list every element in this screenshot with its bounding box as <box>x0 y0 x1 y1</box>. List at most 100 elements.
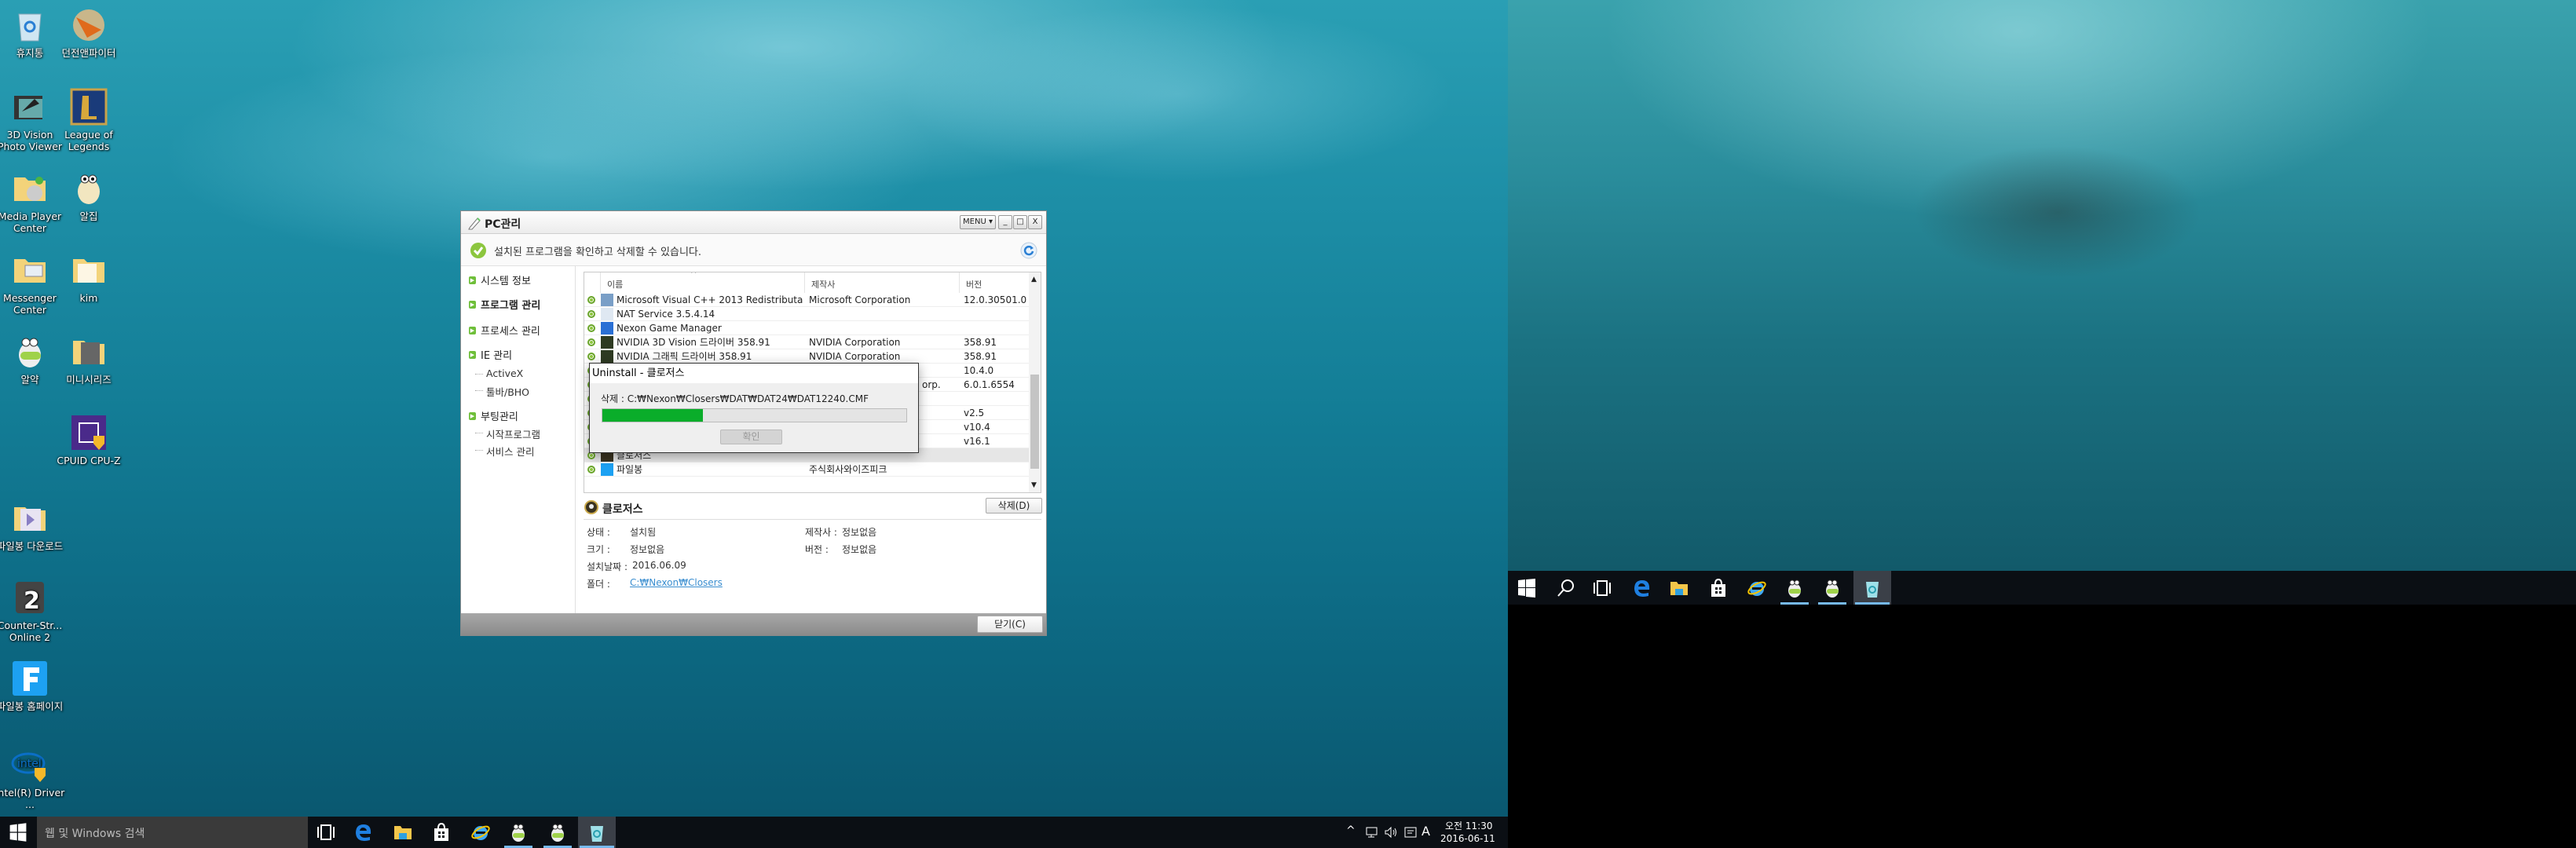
details-divider <box>584 519 1041 520</box>
taskbar-alyac-button[interactable] <box>1817 571 1848 605</box>
row-version: 6.0.1.6554 <box>964 379 1015 390</box>
row-maker: Microsoft Corporation <box>809 294 911 305</box>
table-row[interactable]: NVIDIA 그래픽 드라이버 358.91 NVIDIA Corporation… <box>584 349 1030 364</box>
file-explorer-icon <box>1670 581 1688 595</box>
desktop-icon-folder-photo[interactable]: 미니시리즈 <box>53 333 124 386</box>
column-header-maker[interactable]: 제작사 <box>805 272 960 293</box>
action-center-icon[interactable] <box>1403 826 1418 839</box>
nvidia-icon <box>601 350 613 363</box>
table-row[interactable]: NAT Service 3.5.4.14 <box>584 307 1030 321</box>
sidebar-item-label: 프로세스 관리 <box>481 326 540 338</box>
minimize-button[interactable]: _ <box>998 215 1012 229</box>
row-version: 358.91 <box>964 351 997 362</box>
row-name: Microsoft Visual C++ 2013 Redistributabl… <box>617 294 803 305</box>
taskbar-task-view-button[interactable] <box>1586 571 1618 605</box>
show-hidden-icons[interactable]: ^ <box>1346 824 1356 837</box>
taskbar-alyac-button[interactable] <box>542 817 573 848</box>
taskbar-store-button[interactable] <box>1703 571 1734 605</box>
check-icon <box>470 243 486 258</box>
start-button[interactable] <box>0 817 36 848</box>
desktop-icon-filebong[interactable]: 파일봉 홈페이지 <box>0 660 65 712</box>
delete-button[interactable]: 삭제(D) <box>986 498 1042 514</box>
alyac-icon <box>1788 579 1801 598</box>
sidebar: ▶ 시스템 정보 ▶ 프로그램 관리 ▶ 프로세스 관리 ▶ IE 관리 ActiveX 툴바/B… <box>461 266 576 613</box>
taskbar-edge-button[interactable] <box>347 817 379 848</box>
taskbar-file-explorer-button[interactable] <box>387 817 419 848</box>
desktop-icon-folder-video[interactable]: 파일봉 다운로드 <box>0 499 65 552</box>
table-row[interactable]: Nexon Game Manager <box>584 321 1030 335</box>
clock-time[interactable]: 오전 11:30 <box>1445 819 1492 832</box>
volume-icon[interactable] <box>1384 826 1398 839</box>
taskbar-edge-button[interactable] <box>1626 571 1657 605</box>
desktop-icon-intel[interactable]: intel Intel(R) Driver ... <box>0 746 65 810</box>
running-indicator <box>1818 602 1846 605</box>
close-dialog-button[interactable]: 닫기(C) <box>977 616 1043 633</box>
desktop-icon-label: 던전앤파이터 <box>61 47 116 59</box>
sidebar-item-0[interactable]: ▶ 시스템 정보 <box>469 272 531 287</box>
desktop-icon-alzip[interactable]: 알집 <box>53 170 124 222</box>
folder-video-icon <box>11 499 49 537</box>
sidebar-item-2[interactable]: ▶ 프로세스 관리 <box>469 323 540 338</box>
close-button[interactable]: X <box>1028 215 1042 229</box>
taskbar-start-button[interactable] <box>1511 571 1542 605</box>
arrow-bullet-icon: ▶ <box>469 411 476 420</box>
row-version: 12.0.30501.0 <box>964 294 1027 305</box>
taskbar-search-button[interactable] <box>1550 571 1582 605</box>
status-label: 상태 : <box>587 527 610 538</box>
installed-status-icon <box>587 338 595 346</box>
table-row[interactable]: NVIDIA 3D Vision 드라이버 358.91 NVIDIA Corpo… <box>584 335 1030 349</box>
refresh-icon[interactable] <box>1020 242 1037 259</box>
status-value: 설치됨 <box>630 527 657 538</box>
arrow-bullet-icon: ▶ <box>469 350 476 359</box>
sidebar-item-4[interactable]: ActiveX <box>474 367 523 379</box>
nexon-icon <box>601 322 613 334</box>
edge-icon <box>356 824 371 841</box>
table-row[interactable]: Microsoft Visual C++ 2013 Redistributabl… <box>584 293 1030 307</box>
scrollbar-thumb[interactable] <box>1030 375 1039 469</box>
taskbar-internet-explorer-button[interactable] <box>1741 571 1773 605</box>
taskbar-store-button[interactable] <box>426 817 457 848</box>
clock-date[interactable]: 2016-06-11 <box>1440 833 1495 844</box>
column-header-version[interactable]: 버전 <box>960 272 1030 293</box>
taskbar-alyac-button[interactable] <box>1779 571 1810 605</box>
taskbar-internet-explorer-button[interactable] <box>465 817 496 848</box>
folder-link[interactable]: C:₩Nexon₩Closers <box>630 577 723 588</box>
installed-status-icon <box>587 310 595 318</box>
folder-label: 폴더 : <box>587 579 610 590</box>
desktop-icon-dnf[interactable]: 던전앤파이터 <box>53 6 124 59</box>
sidebar-item-1[interactable]: ▶ 프로그램 관리 <box>469 297 540 312</box>
sidebar-item-7[interactable]: 시작프로그램 <box>474 426 540 441</box>
filebong-icon <box>11 660 49 697</box>
desktop-icon-cso2[interactable]: 2 Counter-Str... Online 2 <box>0 579 65 643</box>
desktop-icon-folder[interactable]: kim <box>53 251 124 304</box>
sidebar-item-3[interactable]: ▶ IE 관리 <box>469 347 512 362</box>
menu-button[interactable]: MENU ▾ <box>960 215 996 229</box>
row-version: 10.4.0 <box>964 365 994 376</box>
taskbar-task-view-button[interactable] <box>310 817 342 848</box>
network-icon[interactable] <box>1364 826 1378 839</box>
row-name: Nexon Game Manager <box>617 323 722 334</box>
taskbar-recycle-bin-button[interactable] <box>578 817 616 848</box>
scroll-up-icon[interactable]: ▲ <box>1031 276 1037 283</box>
maximize-button[interactable]: □ <box>1013 215 1027 229</box>
table-scrollbar[interactable]: ▲ ▼ <box>1029 272 1041 492</box>
sidebar-item-6[interactable]: ▶ 부팅관리 <box>469 408 518 423</box>
sidebar-item-label: IE 관리 <box>481 350 513 362</box>
taskbar-recycle-bin-button[interactable] <box>1853 571 1891 605</box>
uninstall-path: 삭제 : C:₩Nexon₩Closers₩DAT₩DAT24₩DAT12240… <box>601 393 869 404</box>
ime-indicator[interactable]: A <box>1422 824 1430 839</box>
search-box[interactable]: 웹 및 Windows 검색 <box>37 817 308 848</box>
title-bar[interactable]: PC관리 MENU ▾ _ □ X <box>461 211 1046 234</box>
scroll-down-icon[interactable]: ▼ <box>1031 481 1037 489</box>
sidebar-item-8[interactable]: 서비스 관리 <box>474 444 534 459</box>
taskbar-alyac-button[interactable] <box>503 817 534 848</box>
dnf-icon <box>70 6 108 44</box>
column-header-name[interactable]: 이름 <box>601 272 805 293</box>
store-icon <box>1711 578 1725 597</box>
desktop-icon-cpuz[interactable]: CPUID CPU-Z <box>53 414 124 466</box>
table-row[interactable]: 파일봉 주식회사와이즈피크 <box>584 462 1030 477</box>
desktop-icon-lol[interactable]: League of Legends <box>53 88 124 152</box>
secondary-blank-area <box>1508 605 2576 848</box>
sidebar-item-5[interactable]: 툴바/BHO <box>474 384 529 399</box>
taskbar-file-explorer-button[interactable] <box>1663 571 1695 605</box>
